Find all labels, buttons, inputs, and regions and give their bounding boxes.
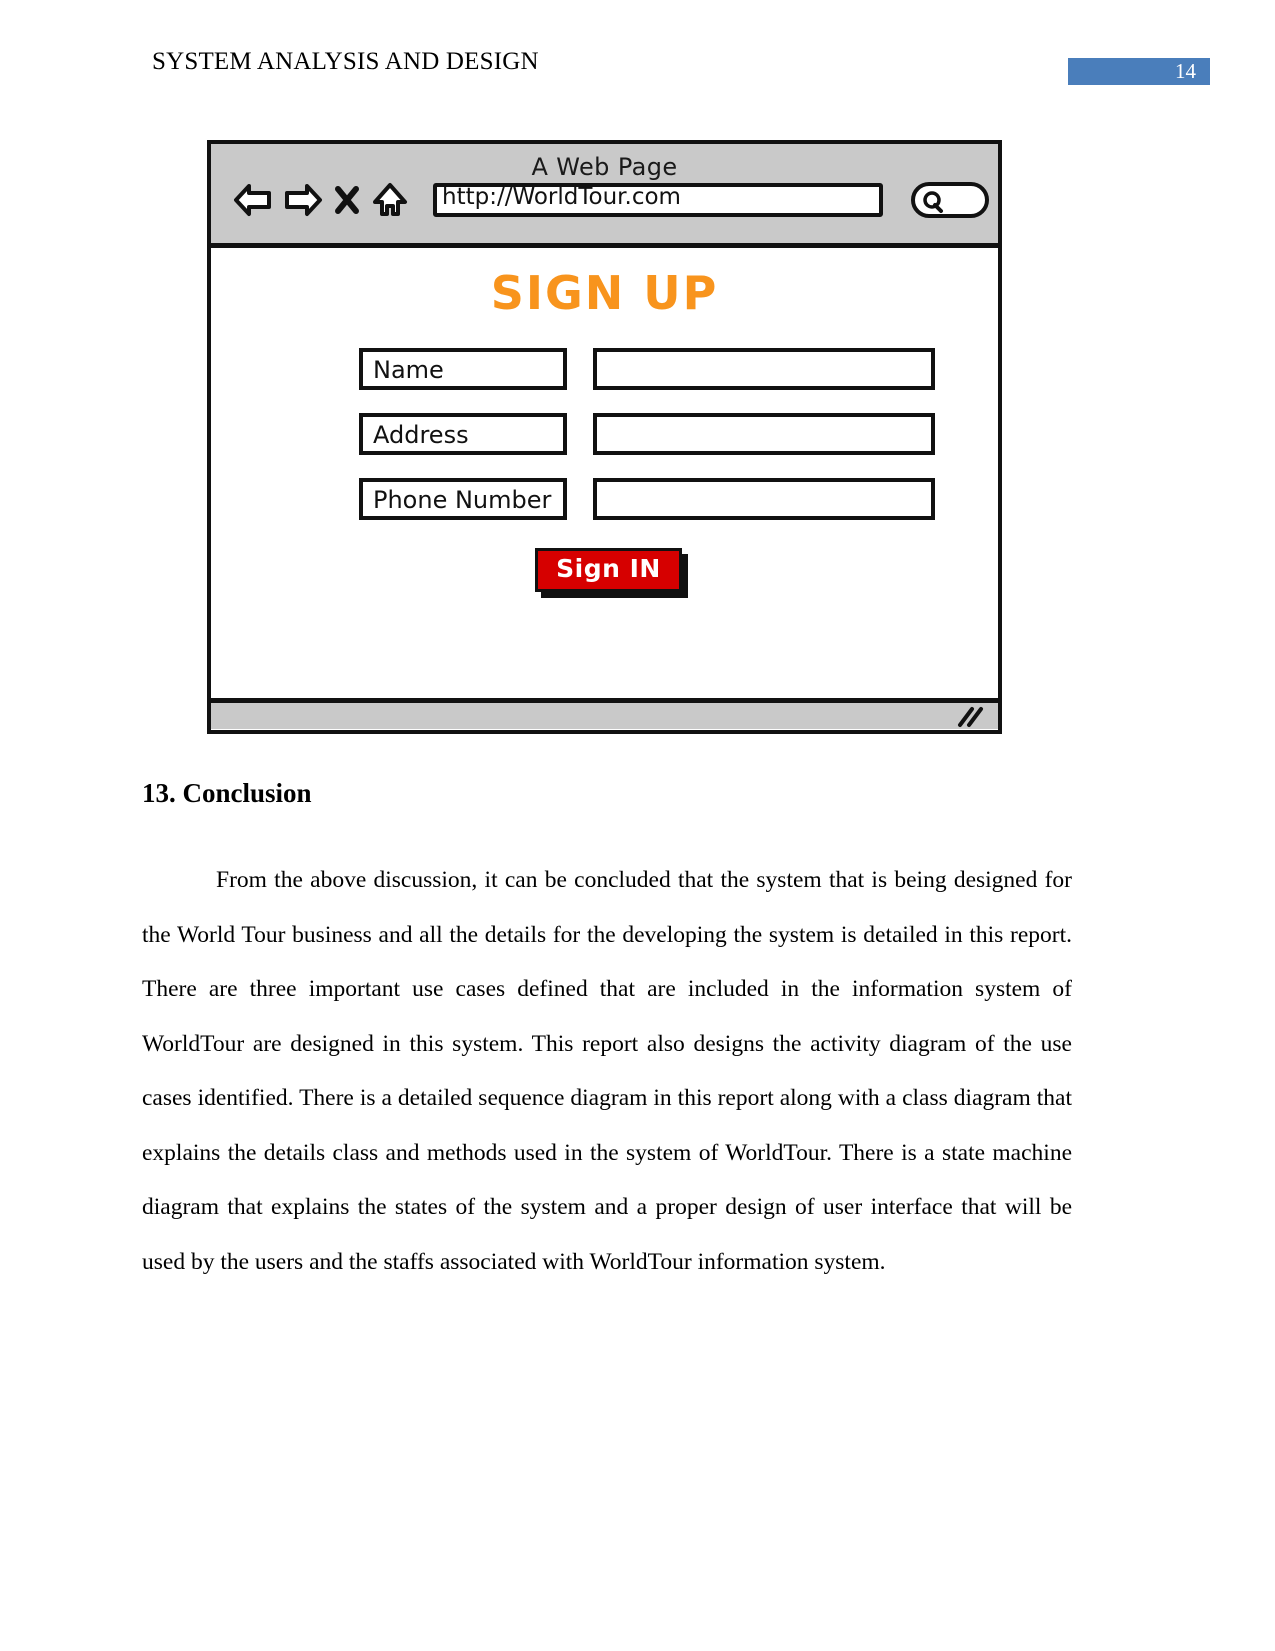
signup-form: Name Address Phone Number	[211, 348, 998, 543]
address-label: Address	[359, 413, 567, 455]
document-header: SYSTEM ANALYSIS AND DESIGN 14	[0, 48, 1275, 92]
url-text: http://WorldTour.com	[442, 184, 681, 210]
name-label: Name	[359, 348, 567, 390]
back-arrow-icon[interactable]	[233, 183, 273, 222]
url-input[interactable]: http://WorldTour.com	[433, 183, 883, 217]
page-title: 13. Conclusion	[142, 778, 312, 808]
phone-number-label: Phone Number	[359, 478, 567, 520]
signup-title: SIGN UP	[490, 266, 719, 320]
browser-search-input[interactable]	[911, 182, 989, 218]
sign-in-button[interactable]: Sign IN	[535, 548, 682, 592]
mock-page-content: SIGN UP Name Address Phone Number Sign I…	[211, 248, 998, 698]
search-icon	[920, 189, 946, 218]
page-number-badge: 14	[1068, 58, 1210, 85]
resize-grip-icon[interactable]	[956, 706, 986, 733]
document-page: SYSTEM ANALYSIS AND DESIGN 14 A Web Page	[0, 0, 1275, 1651]
address-input[interactable]	[593, 413, 935, 455]
header-title: SYSTEM ANALYSIS AND DESIGN	[152, 48, 539, 75]
name-input[interactable]	[593, 348, 935, 390]
wireframe-mockup: A Web Page http://WorldTour.com SIGN UP …	[207, 140, 1002, 734]
browser-chrome: A Web Page http://WorldTour.com	[211, 144, 998, 248]
form-row: Name	[211, 348, 998, 413]
form-row: Address	[211, 413, 998, 478]
form-row: Phone Number	[211, 478, 998, 543]
forward-arrow-icon[interactable]	[283, 183, 323, 222]
submit-row: Sign IN	[211, 548, 998, 592]
phone-number-input[interactable]	[593, 478, 935, 520]
browser-nav-icons	[233, 182, 409, 223]
conclusion-paragraph: From the above discussion, it can be con…	[142, 867, 1072, 1275]
home-icon[interactable]	[371, 182, 409, 223]
browser-window-title: A Web Page	[531, 153, 678, 181]
close-icon[interactable]	[333, 184, 361, 221]
browser-status-bar	[211, 698, 998, 729]
